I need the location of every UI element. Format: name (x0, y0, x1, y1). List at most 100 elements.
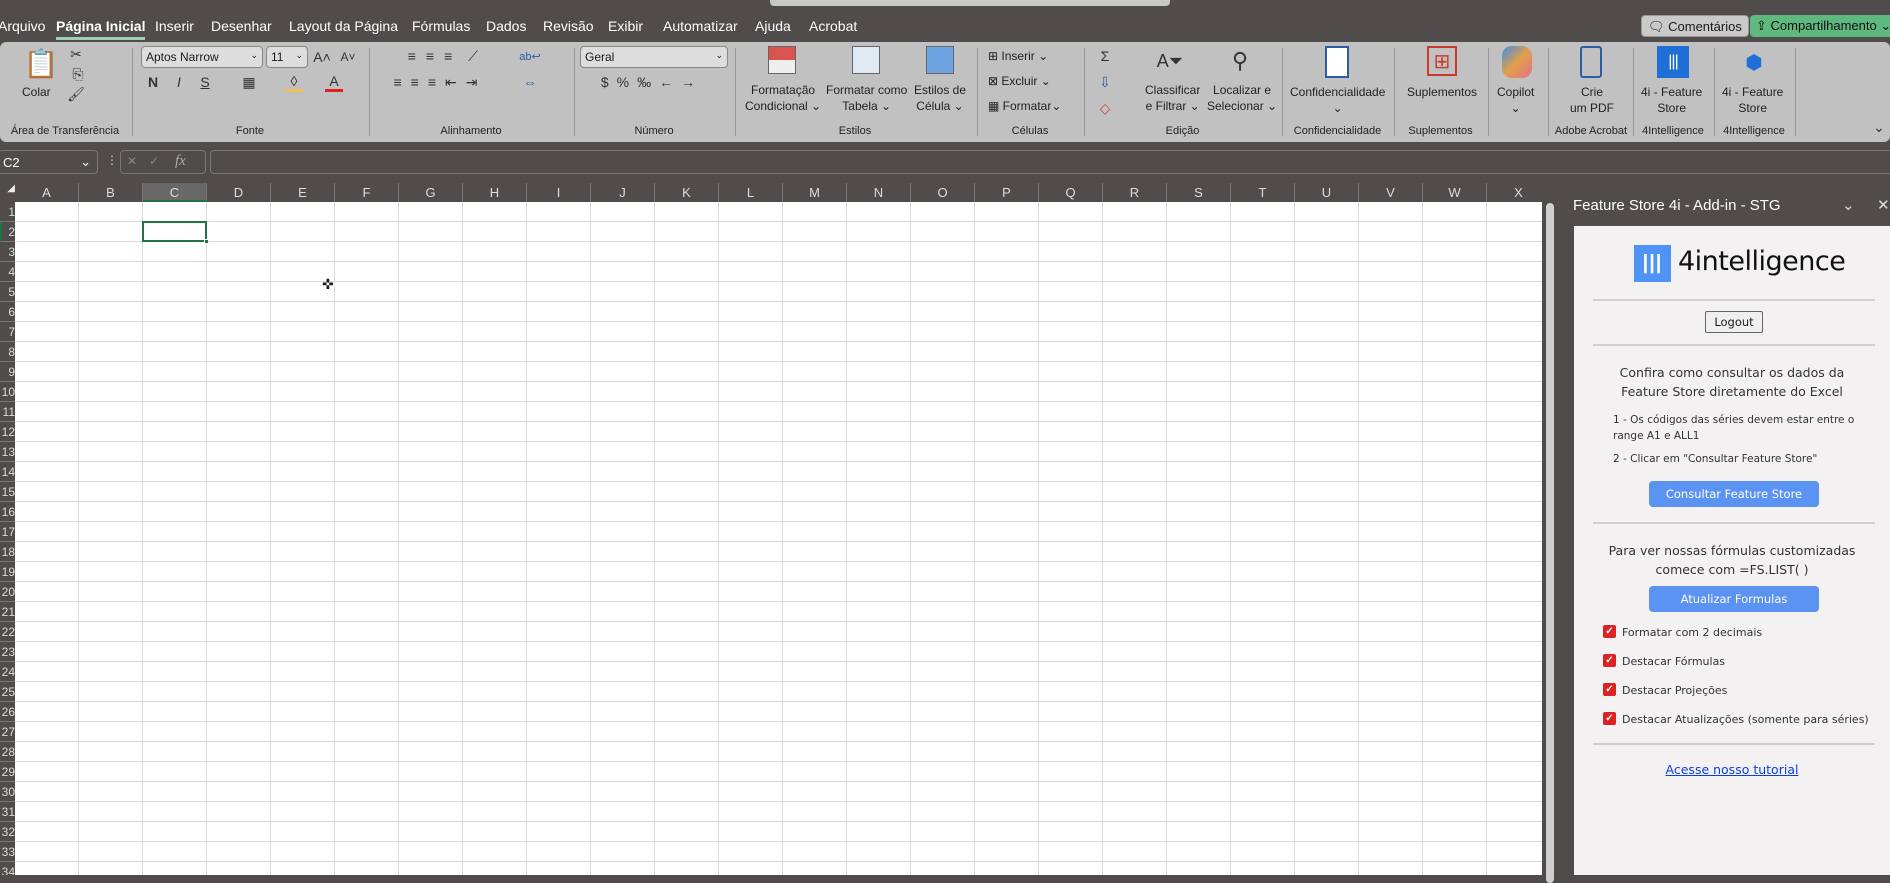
create-pdf-button[interactable]: Crie um PDF (1570, 84, 1614, 116)
column-header-T[interactable]: T (1231, 183, 1295, 202)
row-header-20[interactable]: 20 (0, 582, 15, 602)
addins-icon[interactable]: ⊞ (1427, 46, 1457, 76)
paste-icon[interactable]: 📋 (24, 46, 59, 80)
row-header-7[interactable]: 7 (0, 322, 15, 342)
insert-cells-button[interactable]: ⊞ Inserir ⌄ (988, 48, 1048, 64)
row-header-2[interactable]: 2 (0, 222, 15, 242)
conditional-format-button[interactable]: Formatação Condicional ⌄ (745, 82, 821, 114)
bold-button[interactable]: N (146, 72, 160, 92)
cell-styles-button[interactable]: Estilos de Célula ⌄ (914, 82, 966, 114)
comments-button[interactable]: 🗨 Comentários (1641, 15, 1749, 37)
conditional-format-icon[interactable] (768, 46, 796, 74)
row-header-4[interactable]: 4 (0, 262, 15, 282)
orientation-icon[interactable]: ⟋ (460, 46, 486, 66)
column-header-D[interactable]: D (207, 183, 271, 202)
row-header-22[interactable]: 22 (0, 622, 15, 642)
row-header-33[interactable]: 33 (0, 842, 15, 862)
sort-filter-button[interactable]: Classificar e Filtrar ⌄ (1145, 82, 1200, 114)
row-header-32[interactable]: 32 (0, 822, 15, 842)
delete-cells-button[interactable]: ⊠ Excluir ⌄ (988, 73, 1051, 89)
row-header-27[interactable]: 27 (0, 722, 15, 742)
row-header-29[interactable]: 29 (0, 762, 15, 782)
row-header-30[interactable]: 30 (0, 782, 15, 802)
format-cells-button[interactable]: ▦ Formatar⌄ (988, 98, 1061, 114)
row-header-21[interactable]: 21 (0, 602, 15, 622)
borders-icon[interactable]: ▦ (240, 72, 258, 92)
increase-font-icon[interactable]: A˄ (312, 48, 332, 66)
row-header-13[interactable]: 13 (0, 442, 15, 462)
column-header-H[interactable]: H (463, 183, 527, 202)
4i-logo-icon[interactable]: ||| (1657, 46, 1689, 78)
row-header-26[interactable]: 26 (0, 702, 15, 722)
underline-button[interactable]: S (198, 72, 212, 92)
tab-inserir[interactable]: Inserir (155, 18, 194, 34)
cut-icon[interactable]: ✂ (68, 46, 84, 62)
decimals-checkbox[interactable]: ✓ (1603, 625, 1616, 638)
copilot-button[interactable]: Copilot ⌄ (1497, 84, 1534, 116)
row-header-1[interactable]: 1 (0, 202, 15, 222)
tab-dados[interactable]: Dados (486, 18, 526, 34)
row-header-14[interactable]: 14 (0, 462, 15, 482)
row-header-12[interactable]: 12 (0, 422, 15, 442)
column-header-A[interactable]: A (15, 183, 79, 202)
column-header-G[interactable]: G (399, 183, 463, 202)
pane-options-icon[interactable]: ⌄ (1842, 196, 1855, 214)
cancel-icon[interactable]: ✕ (127, 154, 137, 168)
update-formulas-button[interactable]: Atualizar Formulas (1649, 586, 1819, 612)
column-header-J[interactable]: J (591, 183, 655, 202)
decrease-font-icon[interactable]: A˅ (338, 48, 358, 66)
column-header-B[interactable]: B (79, 183, 143, 202)
tutorial-link[interactable]: Acesse nosso tutorial (1574, 762, 1890, 777)
spreadsheet-grid[interactable]: A B C D E F G H I J K L M N O P Q R S T U V W X 1 2 3 4 5 6 7 8 9 10 11 12 1… (0, 183, 1542, 875)
column-header-W[interactable]: W (1423, 183, 1487, 202)
column-header-L[interactable]: L (719, 183, 783, 202)
row-header-19[interactable]: 19 (0, 562, 15, 582)
row-header-16[interactable]: 16 (0, 502, 15, 522)
row-header-18[interactable]: 18 (0, 542, 15, 562)
font-size-select[interactable]: 11 ⌄ (266, 46, 308, 68)
confidentiality-button[interactable]: Confidencialidade ⌄ (1290, 84, 1385, 116)
column-header-X[interactable]: X (1487, 183, 1542, 202)
confidentiality-icon[interactable] (1325, 46, 1349, 78)
search-box[interactable] (770, 0, 1170, 6)
tab-layout-da-página[interactable]: Layout da Página (289, 18, 398, 34)
tab-automatizar[interactable]: Automatizar (663, 18, 738, 34)
feature-store-button-2[interactable]: 4i - Feature Store (1722, 84, 1783, 116)
column-header-N[interactable]: N (847, 183, 911, 202)
sort-filter-icon[interactable]: A⏷ (1155, 46, 1185, 76)
enter-icon[interactable]: ✓ (149, 154, 159, 168)
horizontal-align-icons[interactable]: ≡≡≡⇤⇥ (380, 72, 500, 92)
row-header-28[interactable]: 28 (0, 742, 15, 762)
copy-icon[interactable]: ⎘ (68, 66, 88, 82)
row-header-15[interactable]: 15 (0, 482, 15, 502)
pane-close-icon[interactable]: ✕ (1877, 196, 1890, 214)
tab-arquivo[interactable]: Arquivo (0, 18, 45, 34)
fill-icon[interactable]: ⇩ (1095, 72, 1115, 92)
row-header-5[interactable]: 5 (0, 282, 15, 302)
column-header-E[interactable]: E (271, 183, 335, 202)
row-header-11[interactable]: 11 (0, 402, 15, 422)
feature-store-button[interactable]: 4i - Feature Store (1641, 84, 1702, 116)
column-header-U[interactable]: U (1295, 183, 1359, 202)
scrollbar-thumb[interactable] (1546, 203, 1554, 883)
column-header-I[interactable]: I (527, 183, 591, 202)
addins-button[interactable]: Suplementos (1407, 84, 1477, 100)
formula-input[interactable] (210, 150, 1890, 174)
logout-button[interactable]: Logout (1705, 311, 1763, 333)
highlight-projections-checkbox[interactable]: ✓ (1603, 683, 1616, 696)
format-as-table-button[interactable]: Formatar como Tabela ⌄ (826, 82, 907, 114)
fill-color-icon[interactable]: ◊ (285, 72, 303, 92)
row-header-8[interactable]: 8 (0, 342, 15, 362)
row-header-24[interactable]: 24 (0, 662, 15, 682)
italic-button[interactable]: I (172, 72, 186, 92)
selected-cell-C2[interactable] (142, 221, 209, 244)
format-table-icon[interactable] (852, 46, 880, 74)
tab-desenhar[interactable]: Desenhar (211, 18, 272, 34)
font-color-icon[interactable]: A (325, 72, 343, 92)
row-header-25[interactable]: 25 (0, 682, 15, 702)
row-header-6[interactable]: 6 (0, 302, 15, 322)
row-header-31[interactable]: 31 (0, 802, 15, 822)
cell-styles-icon[interactable] (926, 46, 954, 74)
collapse-ribbon-icon[interactable]: ⌄ (1872, 119, 1886, 135)
column-header-K[interactable]: K (655, 183, 719, 202)
